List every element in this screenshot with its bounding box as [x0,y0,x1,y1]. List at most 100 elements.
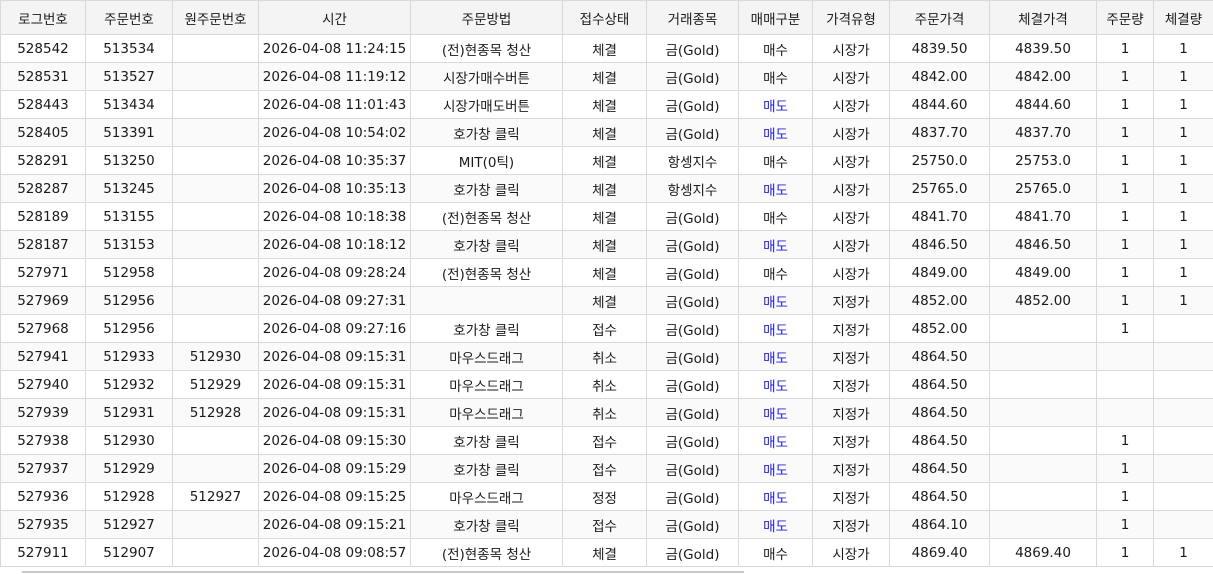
original-order-no-cell [172,510,259,539]
column-header-fill-price[interactable]: 체결가격 [989,0,1097,35]
fill-price-cell: 25753.0 [989,146,1097,175]
side-cell: 매도 [738,118,813,147]
fill-price-cell [989,482,1097,511]
log-no-cell: 528189 [0,202,86,231]
instrument-cell: 금(Gold) [646,454,739,483]
instrument-cell: 금(Gold) [646,62,739,91]
order-no-cell: 512930 [85,426,173,455]
table-row[interactable]: 527968 512956 2026-04-08 09:27:16 호가창 클릭 접수 금… [0,314,1213,343]
order-no-cell: 513391 [85,118,173,147]
fill-qty-cell: 1 [1153,174,1213,203]
table-row[interactable]: 528542 513534 2026-04-08 11:24:15 (전)현종목 청산… [0,34,1213,63]
status-cell: 취소 [562,398,647,427]
order-method-cell: 호가창 클릭 [410,510,563,539]
instrument-cell: 금(Gold) [646,314,739,343]
column-header-order-price[interactable]: 주문가격 [889,0,990,35]
price-type-cell: 지정가 [812,398,890,427]
side-cell: 매수 [738,258,813,287]
table-row[interactable]: 528405 513391 2026-04-08 10:54:02 호가창 클릭 체결 금… [0,118,1213,147]
table-row[interactable]: 527937 512929 2026-04-08 09:15:29 호가창 클릭 접수 금… [0,454,1213,483]
column-header-status[interactable]: 접수상태 [562,0,647,35]
table-row[interactable]: 528189 513155 2026-04-08 10:18:38 (전)현종목 청산… [0,202,1213,231]
time-cell: 2026-04-08 09:15:31 [258,370,411,399]
side-cell: 매도 [738,370,813,399]
instrument-cell: 금(Gold) [646,286,739,315]
table-row[interactable]: 528443 513434 2026-04-08 11:01:43 시장가매도버튼 체결… [0,90,1213,119]
order-qty-cell: 1 [1096,62,1154,91]
table-row[interactable]: 527935 512927 2026-04-08 09:15:21 호가창 클릭 접수 금… [0,510,1213,539]
time-cell: 2026-04-08 10:18:38 [258,202,411,231]
fill-qty-cell: 1 [1153,146,1213,175]
table-row[interactable]: 528187 513153 2026-04-08 10:18:12 호가창 클릭 체결 금… [0,230,1213,259]
original-order-no-cell [172,202,259,231]
fill-qty-cell: 1 [1153,118,1213,147]
table-row[interactable]: 527941 512933 512930 2026-04-08 09:15:31 마우스… [0,342,1213,371]
time-cell: 2026-04-08 10:35:37 [258,146,411,175]
side-cell: 매수 [738,538,813,567]
order-method-cell: 호가창 클릭 [410,174,563,203]
time-cell: 2026-04-08 09:28:24 [258,258,411,287]
fill-qty-cell [1153,426,1213,455]
horizontal-scrollbar[interactable] [22,571,744,573]
time-cell: 2026-04-08 09:15:31 [258,342,411,371]
instrument-cell: 금(Gold) [646,230,739,259]
order-no-cell: 512927 [85,510,173,539]
status-cell: 체결 [562,34,647,63]
order-qty-cell: 1 [1096,174,1154,203]
order-price-cell: 4849.00 [889,258,990,287]
fill-price-cell [989,314,1097,343]
time-cell: 2026-04-08 09:15:30 [258,426,411,455]
order-qty-cell: 1 [1096,314,1154,343]
table-row[interactable]: 528291 513250 2026-04-08 10:35:37 MIT(0틱) 체결… [0,146,1213,175]
order-method-cell: 호가창 클릭 [410,314,563,343]
table-row[interactable]: 527940 512932 512929 2026-04-08 09:15:31 마우스… [0,370,1213,399]
instrument-cell: 항셍지수 [646,174,739,203]
order-method-cell: 시장가매도버튼 [410,90,563,119]
order-qty-cell: 1 [1096,454,1154,483]
column-header-instrument[interactable]: 거래종목 [646,0,739,35]
table-row[interactable]: 528287 513245 2026-04-08 10:35:13 호가창 클릭 체결 항… [0,174,1213,203]
status-cell: 체결 [562,286,647,315]
side-cell: 매도 [738,90,813,119]
table-row[interactable]: 527971 512958 2026-04-08 09:28:24 (전)현종목 청산… [0,258,1213,287]
fill-qty-cell: 1 [1153,202,1213,231]
column-header-price-type[interactable]: 가격유형 [812,0,890,35]
table-row[interactable]: 527969 512956 2026-04-08 09:27:31 체결 금(Gold)… [0,286,1213,315]
status-cell: 접수 [562,510,647,539]
order-no-cell: 512958 [85,258,173,287]
instrument-cell: 금(Gold) [646,398,739,427]
table-row[interactable]: 527938 512930 2026-04-08 09:15:30 호가창 클릭 접수 금… [0,426,1213,455]
order-qty-cell: 1 [1096,146,1154,175]
column-header-fill-qty[interactable]: 체결량 [1153,0,1213,35]
table-row[interactable]: 527936 512928 512927 2026-04-08 09:15:25 마우스… [0,482,1213,511]
fill-price-cell: 4852.00 [989,286,1097,315]
column-header-order-qty[interactable]: 주문량 [1096,0,1154,35]
order-method-cell [410,286,563,315]
column-header-order-no[interactable]: 주문번호 [85,0,173,35]
side-cell: 매도 [738,342,813,371]
log-no-cell: 527941 [0,342,86,371]
order-qty-cell: 1 [1096,538,1154,567]
log-no-cell: 528291 [0,146,86,175]
table-row[interactable]: 527911 512907 2026-04-08 09:08:57 (전)현종목 청산… [0,538,1213,567]
instrument-cell: 금(Gold) [646,202,739,231]
original-order-no-cell [172,314,259,343]
table-row[interactable]: 527939 512931 512928 2026-04-08 09:15:31 마우스… [0,398,1213,427]
column-header-side[interactable]: 매매구분 [738,0,813,35]
column-header-original-order-no[interactable]: 원주문번호 [172,0,259,35]
table-row[interactable]: 528531 513527 2026-04-08 11:19:12 시장가매수버튼 체결… [0,62,1213,91]
status-cell: 정정 [562,482,647,511]
fill-price-cell [989,370,1097,399]
time-cell: 2026-04-08 09:15:25 [258,482,411,511]
time-cell: 2026-04-08 11:19:12 [258,62,411,91]
column-header-log-no[interactable]: 로그번호 [0,0,86,35]
column-header-time[interactable]: 시간 [258,0,411,35]
original-order-no-cell [172,258,259,287]
original-order-no-cell [172,286,259,315]
price-type-cell: 시장가 [812,174,890,203]
fill-price-cell: 25765.0 [989,174,1097,203]
time-cell: 2026-04-08 09:15:21 [258,510,411,539]
order-qty-cell [1096,398,1154,427]
column-header-order-method[interactable]: 주문방법 [410,0,563,35]
log-no-cell: 527940 [0,370,86,399]
